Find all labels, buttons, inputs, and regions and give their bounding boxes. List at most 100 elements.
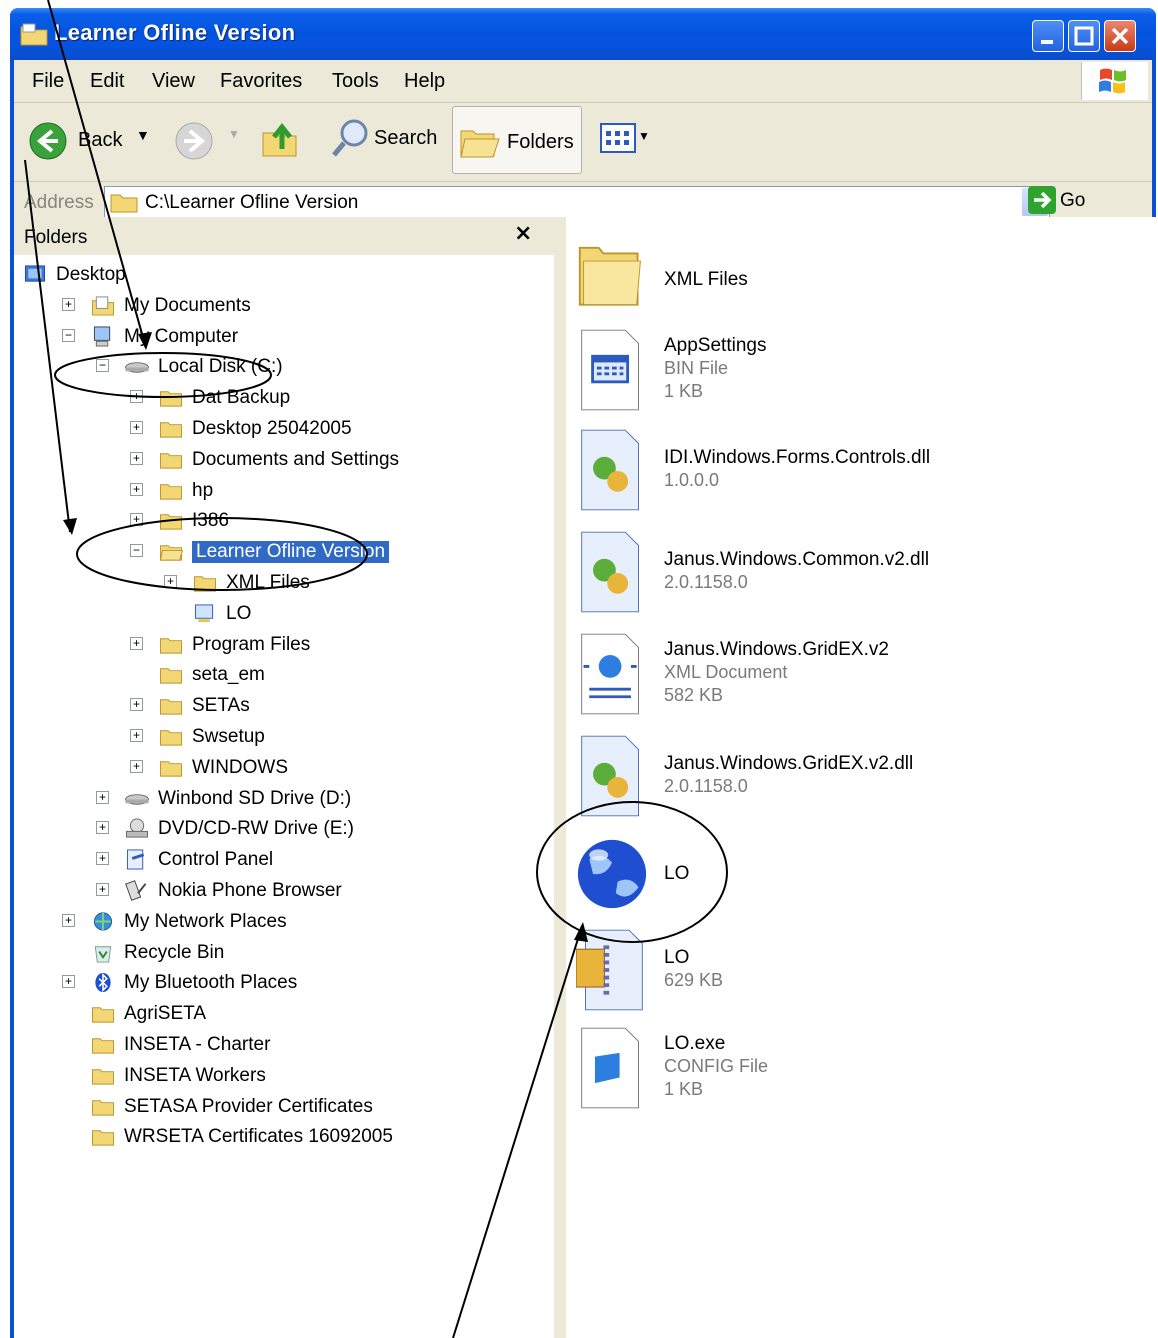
file-name: Janus.Windows.GridEX.v2 <box>664 639 889 660</box>
menu-tools[interactable]: Tools <box>332 70 379 93</box>
file-item[interactable]: XML Files <box>576 235 1136 335</box>
expand-icon[interactable]: + <box>62 913 75 927</box>
expand-icon[interactable]: + <box>130 729 143 742</box>
expand-icon[interactable]: + <box>130 482 143 496</box>
tree-item[interactable]: + My Documents <box>0 291 540 319</box>
tree-item-label: hp <box>192 479 214 501</box>
tree-item[interactable]: + Documents and Settings <box>0 445 540 473</box>
expand-icon[interactable]: + <box>96 883 109 896</box>
close-button[interactable] <box>1104 20 1136 52</box>
tree-item[interactable]: Recycle Bin <box>0 938 540 966</box>
search-button[interactable]: Search <box>330 117 446 161</box>
go-arrow-icon[interactable] <box>1028 186 1056 214</box>
expand-icon[interactable]: + <box>130 636 143 650</box>
file-item[interactable]: LO.exe CONFIG File 1 KB <box>576 1023 1136 1123</box>
desktop-icon <box>24 265 46 282</box>
tree-item[interactable]: − Learner Ofline Version <box>0 537 540 565</box>
expand-icon[interactable]: + <box>62 297 75 311</box>
maximize-icon <box>1074 26 1094 46</box>
file-name: LO <box>664 863 690 884</box>
file-item[interactable]: Janus.Windows.GridEX.v2.dll 2.0.1158.0 <box>576 731 1136 831</box>
menu-edit[interactable]: Edit <box>90 70 124 93</box>
config-file-icon <box>581 1027 639 1109</box>
collapse-icon[interactable]: − <box>96 359 109 373</box>
tree-item[interactable]: + Swsetup <box>0 722 540 750</box>
file-item[interactable]: LO 629 KB <box>576 925 1136 1025</box>
tree-item[interactable]: + Desktop 25042005 <box>0 414 540 442</box>
tree-item[interactable]: + Program Files <box>0 630 540 658</box>
file-item[interactable]: LO <box>576 829 1136 929</box>
file-type: CONFIG File <box>664 1056 769 1076</box>
file-item[interactable]: Janus.Windows.GridEX.v2 XML Document 582 K… <box>576 629 1136 729</box>
tree-item[interactable]: − My Computer <box>0 322 540 350</box>
expand-icon[interactable]: + <box>96 790 109 804</box>
tree-item[interactable]: + SETAs <box>0 691 540 719</box>
folder-icon <box>160 761 182 777</box>
close-pane-icon[interactable]: × <box>514 221 532 246</box>
tree-item[interactable]: Desktop <box>0 260 540 288</box>
file-item[interactable]: AppSettings BIN File 1 KB <box>576 325 1136 425</box>
file-size: 582 KB <box>664 685 724 705</box>
tree-item[interactable]: INSETA - Charter <box>0 1030 540 1058</box>
file-name: IDI.Windows.Forms.Controls.dll <box>664 447 931 468</box>
forward-arrow-icon[interactable] <box>174 121 214 161</box>
expand-icon[interactable]: + <box>130 513 143 527</box>
bin-file-icon <box>581 329 639 411</box>
tree-item[interactable]: SETASA Provider Certificates <box>0 1092 540 1120</box>
pane-splitter[interactable] <box>554 217 566 1338</box>
expand-icon[interactable]: + <box>96 852 109 866</box>
expand-icon[interactable]: + <box>130 451 143 465</box>
expand-icon[interactable]: + <box>130 759 143 773</box>
menu-file[interactable]: File <box>32 70 64 93</box>
tree-item[interactable]: + XML Files <box>0 568 540 596</box>
expand-icon[interactable]: + <box>164 575 177 588</box>
tree-item[interactable]: + hp <box>0 476 540 504</box>
expand-icon[interactable]: + <box>130 421 143 434</box>
folders-icon <box>460 130 500 158</box>
tree-item[interactable]: INSETA Workers <box>0 1061 540 1089</box>
file-item[interactable]: Janus.Windows.Common.v2.dll 2.0.1158.0 <box>576 527 1136 627</box>
chevron-down-icon[interactable]: ▼ <box>136 127 150 143</box>
tree-item[interactable]: AgriSETA <box>0 999 540 1027</box>
tree-item-label: Program Files <box>192 633 311 655</box>
tree-item[interactable]: + My Network Places <box>0 907 540 935</box>
expand-icon[interactable]: + <box>130 390 143 404</box>
forward-dropdown-icon[interactable]: ▼ <box>228 127 240 141</box>
tree-item[interactable]: − Local Disk (C:) <box>0 352 540 380</box>
minimize-button[interactable] <box>1032 20 1064 52</box>
up-folder-icon[interactable] <box>260 119 300 159</box>
title-bar[interactable]: Learner Ofline Version <box>10 8 1156 60</box>
file-item[interactable]: IDI.Windows.Forms.Controls.dll 1.0.0.0 <box>576 425 1136 525</box>
tree-item[interactable]: + My Bluetooth Places <box>0 968 540 996</box>
tree-item[interactable]: WRSETA Certificates 16092005 <box>0 1122 540 1150</box>
address-field[interactable]: C:\Learner Ofline Version <box>104 186 1050 218</box>
menu-view[interactable]: View <box>152 70 195 93</box>
expand-icon[interactable]: + <box>62 975 75 989</box>
collapse-icon[interactable]: − <box>130 544 143 558</box>
expand-icon[interactable]: + <box>96 821 109 835</box>
file-name: XML Files <box>664 269 748 290</box>
tree-item[interactable]: + Dat Backup <box>0 383 540 411</box>
tree-item[interactable]: + WINDOWS <box>0 753 540 781</box>
window-title: Learner Ofline Version <box>54 20 296 45</box>
tree-item[interactable]: + I386 <box>0 506 540 534</box>
tree-item[interactable]: + Winbond SD Drive (D:) <box>0 784 540 812</box>
tree-item[interactable]: LO <box>0 599 540 627</box>
collapse-icon[interactable]: − <box>62 328 75 342</box>
tree-item-label: My Network Places <box>124 910 287 932</box>
tree-item[interactable]: + Nokia Phone Browser <box>0 876 540 904</box>
expand-icon[interactable]: + <box>130 698 143 712</box>
maximize-button[interactable] <box>1068 20 1100 52</box>
tree-item-label: INSETA Workers <box>124 1064 266 1086</box>
menu-help[interactable]: Help <box>404 70 445 93</box>
tree-item[interactable]: + Control Panel <box>0 845 540 873</box>
tree-item[interactable]: seta_em <box>0 660 540 688</box>
back-button[interactable]: Back ▼ <box>28 121 158 161</box>
file-type: XML Document <box>664 662 788 682</box>
tree-item[interactable]: + DVD/CD-RW Drive (E:) <box>0 814 540 842</box>
views-button[interactable]: ▼ <box>600 123 662 157</box>
folders-button[interactable]: Folders <box>452 106 582 174</box>
go-button[interactable]: Go <box>1060 190 1085 212</box>
menu-favorites[interactable]: Favorites <box>220 70 302 93</box>
tree-item-label: XML Files <box>226 572 310 593</box>
